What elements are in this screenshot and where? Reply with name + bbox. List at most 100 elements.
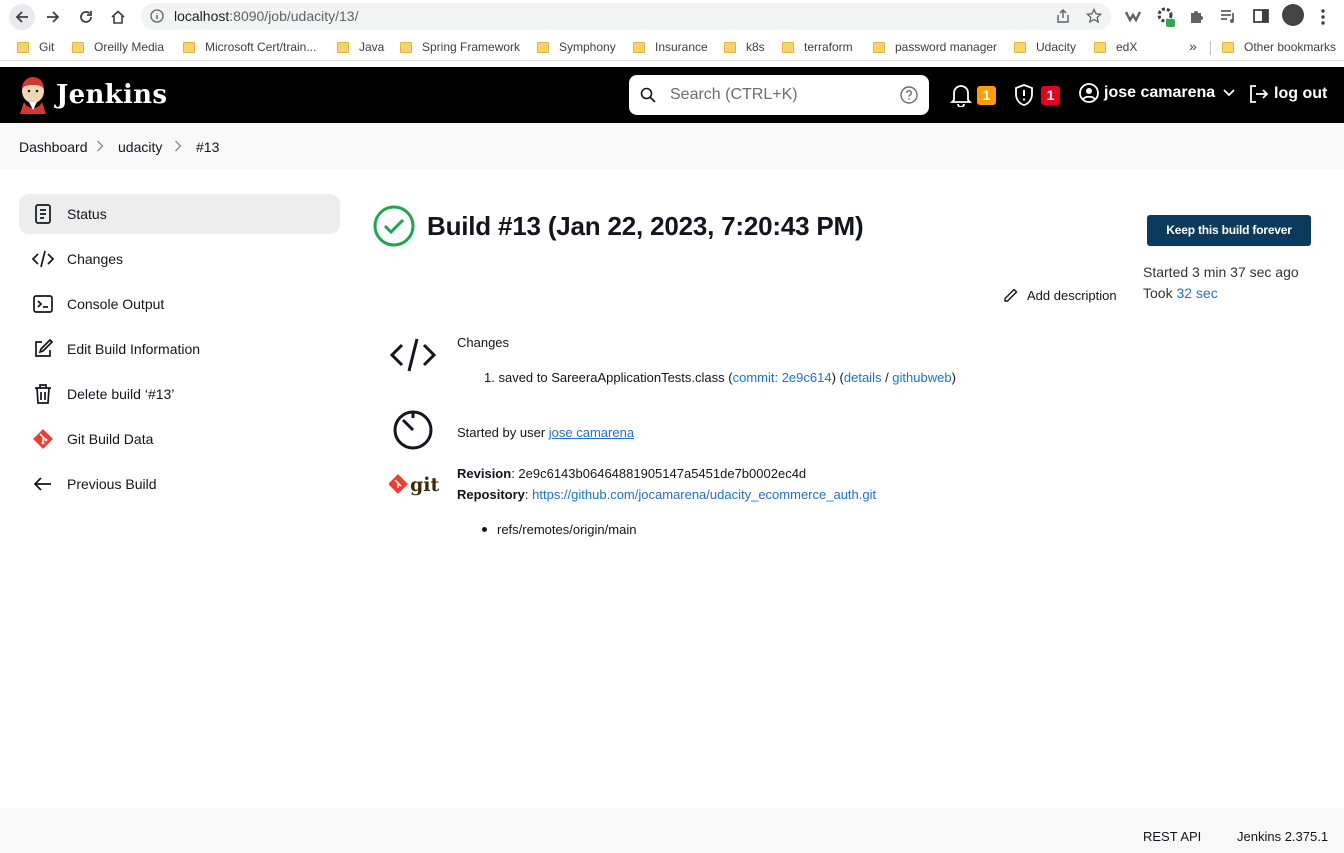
keep-build-forever-button[interactable]: Keep this build forever — [1147, 215, 1311, 246]
folder-icon — [17, 41, 29, 53]
sidebar-item-delete-build[interactable]: Delete build ‘#13’ — [19, 374, 340, 414]
commit-link[interactable]: commit: 2e9c614 — [733, 370, 832, 385]
chevron-right-icon — [97, 140, 104, 152]
build-duration: Took 32 sec — [1143, 285, 1218, 301]
menu-kebab-icon[interactable] — [1320, 8, 1326, 26]
githubweb-link[interactable]: githubweb — [892, 370, 951, 385]
logout-icon — [1250, 85, 1269, 103]
browser-toolbar: localhost:8090/job/udacity/13/ — [0, 0, 1344, 33]
sidebar-item-label: Status — [67, 206, 107, 222]
bookmark-k8s[interactable]: k8s — [724, 39, 765, 55]
bookmark-symphony[interactable]: Symphony — [537, 39, 616, 55]
home-button[interactable] — [105, 4, 131, 30]
change-mid: ) ( — [831, 370, 844, 385]
bookmark-password-manager[interactable]: password manager — [873, 39, 997, 55]
rest-api-link[interactable]: REST API — [1143, 829, 1201, 844]
folder-icon — [633, 41, 645, 53]
details-link[interactable]: details — [844, 370, 882, 385]
user-name: jose camarena — [1104, 84, 1216, 101]
page-footer: REST API Jenkins 2.375.1 — [0, 808, 1344, 853]
help-icon[interactable] — [900, 86, 918, 104]
star-icon[interactable] — [1086, 8, 1102, 24]
change-list-item: 1. saved to SareeraApplicationTests.clas… — [484, 370, 956, 385]
bookmarks-divider — [1210, 41, 1211, 55]
bookmark-java[interactable]: Java — [337, 39, 384, 55]
sidebar-item-label: Edit Build Information — [67, 341, 201, 357]
repository-link[interactable]: https://github.com/jocamarena/udacity_ec… — [532, 487, 876, 502]
sidebar-item-edit-build-information[interactable]: Edit Build Information — [19, 329, 340, 369]
trash-icon — [35, 384, 51, 404]
forward-button[interactable] — [40, 4, 66, 30]
sidebar-item-status[interactable]: Status — [19, 194, 340, 234]
side-panel-icon[interactable] — [1252, 7, 1270, 25]
changes-heading: Changes — [457, 335, 510, 350]
repository-label: Repository — [457, 487, 525, 502]
bullet — [482, 527, 487, 532]
add-description-button[interactable]: Add description — [1003, 288, 1117, 303]
bookmark-udacity[interactable]: Udacity — [1014, 39, 1076, 55]
shield-icon[interactable] — [1013, 83, 1035, 107]
bookmark-insurance[interactable]: Insurance — [633, 39, 708, 55]
logout-link[interactable]: log out — [1247, 83, 1327, 105]
git-logo-icon: git — [389, 474, 439, 496]
reading-list-icon[interactable] — [1219, 7, 1237, 25]
search-icon — [640, 87, 656, 103]
took-label: Took — [1143, 285, 1177, 301]
notifications-badge[interactable]: 1 — [977, 86, 996, 105]
git-icon — [33, 429, 53, 449]
reload-button[interactable] — [73, 4, 99, 30]
sidebar-item-previous-build[interactable]: Previous Build — [19, 464, 340, 504]
edit-icon — [35, 338, 54, 357]
sidebar-item-label: Previous Build — [67, 476, 157, 492]
logout-label: log out — [1274, 85, 1328, 102]
home-icon — [111, 10, 125, 24]
arrow-left-icon — [33, 477, 51, 491]
started-by-user-link[interactable]: jose camarena — [549, 425, 634, 440]
bookmarks-overflow-button[interactable]: » — [1189, 38, 1197, 54]
bookmark-spring[interactable]: Spring Framework — [400, 39, 520, 55]
breadcrumb-dashboard[interactable]: Dashboard — [19, 139, 88, 155]
sidebar-item-git-build-data[interactable]: Git Build Data — [19, 419, 340, 459]
sidebar-item-label: Changes — [67, 251, 124, 267]
started-time: Started 3 min 37 sec ago — [1143, 264, 1299, 280]
other-bookmarks[interactable]: Other bookmarks — [1222, 39, 1336, 55]
folder-icon — [782, 41, 794, 53]
bookmarks-bar: Git Oreilly Media Microsoft Cert/train..… — [0, 33, 1344, 61]
brand-name: Jenkins — [56, 80, 168, 110]
breadcrumb-build-13[interactable]: #13 — [196, 139, 219, 155]
folder-icon — [724, 41, 736, 53]
breadcrumb: Dashboard udacity #13 — [0, 123, 1344, 169]
bookmark-terraform[interactable]: terraform — [782, 39, 853, 55]
sidebar-item-console-output[interactable]: Console Output — [19, 284, 340, 324]
breadcrumb-udacity[interactable]: udacity — [118, 139, 162, 155]
search-input[interactable]: Search (CTRL+K) — [670, 86, 798, 104]
duration-link[interactable]: 32 sec — [1176, 285, 1217, 301]
started-by: Started by user jose camarena — [457, 425, 634, 440]
extension-gear-icon[interactable] — [1156, 6, 1176, 28]
jenkins-version-link[interactable]: Jenkins 2.375.1 — [1237, 829, 1328, 844]
bookmark-git[interactable]: Git — [17, 39, 54, 55]
info-icon[interactable] — [150, 9, 164, 23]
sidebar-item-changes[interactable]: Changes — [19, 239, 340, 279]
bookmark-oreilly[interactable]: Oreilly Media — [72, 39, 164, 55]
bell-icon[interactable] — [950, 83, 972, 107]
chevron-right-icon — [175, 140, 182, 152]
folder-icon — [337, 41, 349, 53]
folder-icon — [72, 41, 84, 53]
back-button[interactable] — [9, 4, 35, 30]
bookmark-microsoft-cert[interactable]: Microsoft Cert/train... — [183, 39, 316, 55]
folder-icon — [400, 41, 412, 53]
search-box[interactable]: Search (CTRL+K) — [629, 75, 929, 115]
share-icon[interactable] — [1055, 8, 1071, 24]
extensions-puzzle-icon[interactable] — [1188, 7, 1206, 25]
folder-icon — [183, 41, 195, 53]
bookmark-edx[interactable]: edX — [1094, 39, 1137, 55]
folder-icon — [1222, 41, 1234, 53]
address-bar[interactable]: localhost:8090/job/udacity/13/ — [141, 3, 1111, 30]
jenkins-logo[interactable]: Jenkins — [18, 76, 167, 114]
user-menu[interactable]: jose camarena — [1079, 83, 1235, 103]
extension-v-icon[interactable] — [1124, 7, 1142, 25]
sidebar-item-label: Delete build ‘#13’ — [67, 386, 175, 402]
security-badge[interactable]: 1 — [1041, 86, 1060, 105]
profile-avatar[interactable] — [1282, 4, 1304, 26]
